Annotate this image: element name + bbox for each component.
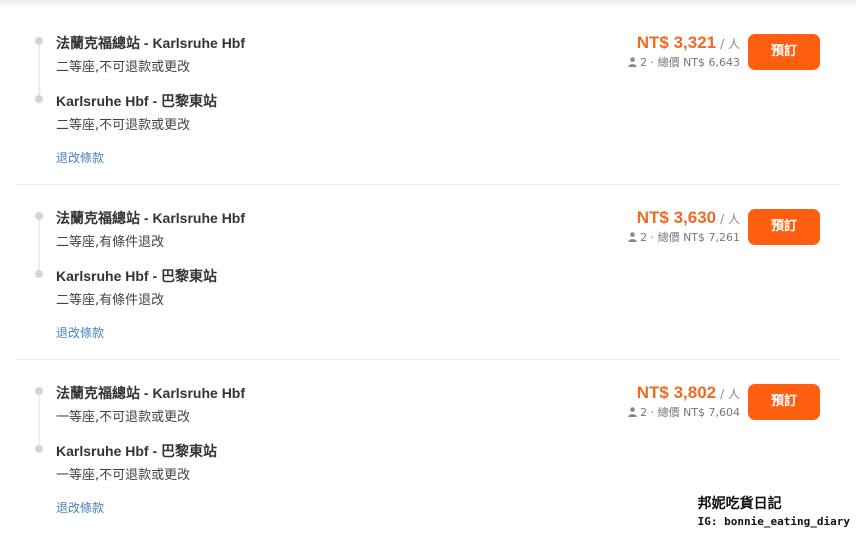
timeline-line xyxy=(38,41,40,99)
leg-1: 法蘭克福總站 - Karlsruhe Hbf 二等座,有條件退改 xyxy=(56,209,245,252)
journey-timeline xyxy=(34,212,44,278)
price-line: NT$ 3,630/ 人 xyxy=(628,207,740,229)
price-summary: NT$ 3,802/ 人 2 · 總價 NT$ 7,604 xyxy=(628,382,740,421)
leg-2: Karlsruhe Hbf - 巴黎東站 一等座,不可退款或更改 xyxy=(56,442,217,485)
book-button[interactable]: 預訂 xyxy=(748,384,820,420)
total-price: 2 · 總價 NT$ 7,261 xyxy=(640,231,740,244)
refund-policy-link[interactable]: 退改條款 xyxy=(56,324,104,341)
timeline-dot-transfer xyxy=(35,445,43,453)
leg-seat-class: 二等座,有條件退改 xyxy=(56,293,165,308)
offer-list: 法蘭克福總站 - Karlsruhe Hbf 二等座,不可退款或更改 Karls… xyxy=(16,10,840,535)
top-shadow xyxy=(0,0,856,8)
price-line: NT$ 3,802/ 人 xyxy=(628,382,740,404)
leg-route: Karlsruhe Hbf - 巴黎東站 xyxy=(56,268,218,284)
price-per-person: NT$ 3,630 xyxy=(636,208,717,227)
person-icon xyxy=(628,57,637,67)
leg-1: 法蘭克福總站 - Karlsruhe Hbf 二等座,不可退款或更改 xyxy=(56,34,245,77)
timeline-dot-start xyxy=(35,212,43,220)
leg-seat-class: 一等座,不可退款或更改 xyxy=(56,410,191,425)
leg-route: 法蘭克福總站 - Karlsruhe Hbf xyxy=(56,35,246,51)
book-button[interactable]: 預訂 xyxy=(748,34,820,70)
timeline-line xyxy=(38,391,40,449)
total-price-line: 2 · 總價 NT$ 6,643 xyxy=(628,55,740,71)
journey-timeline xyxy=(34,387,44,453)
watermark-title: 邦妮吃貨日記 xyxy=(697,496,782,512)
price-summary: NT$ 3,321/ 人 2 · 總價 NT$ 6,643 xyxy=(628,32,740,71)
per-person-label: / 人 xyxy=(720,37,740,51)
timeline-line xyxy=(38,216,40,274)
per-person-label: / 人 xyxy=(720,212,740,226)
price-per-person: NT$ 3,802 xyxy=(636,383,717,402)
journey-timeline xyxy=(34,37,44,103)
timeline-dot-transfer xyxy=(35,95,43,103)
offer-card: 法蘭克福總站 - Karlsruhe Hbf 二等座,不可退款或更改 Karls… xyxy=(16,10,840,185)
price-line: NT$ 3,321/ 人 xyxy=(628,32,740,54)
blog-watermark: 邦妮吃貨日記 IG: bonnie_eating_diary xyxy=(698,494,850,530)
total-price-line: 2 · 總價 NT$ 7,604 xyxy=(628,405,740,421)
price-summary: NT$ 3,630/ 人 2 · 總價 NT$ 7,261 xyxy=(628,207,740,246)
total-price: 2 · 總價 NT$ 6,643 xyxy=(640,56,740,69)
refund-policy-link[interactable]: 退改條款 xyxy=(56,149,104,166)
offer-card: 法蘭克福總站 - Karlsruhe Hbf 二等座,有條件退改 Karlsru… xyxy=(16,185,840,360)
timeline-dot-transfer xyxy=(35,270,43,278)
total-price: 2 · 總價 NT$ 7,604 xyxy=(640,406,740,419)
book-button[interactable]: 預訂 xyxy=(748,209,820,245)
leg-seat-class: 一等座,不可退款或更改 xyxy=(56,468,191,483)
leg-route: Karlsruhe Hbf - 巴黎東站 xyxy=(56,93,218,109)
person-icon xyxy=(628,407,637,417)
timeline-dot-start xyxy=(35,37,43,45)
leg-route: 法蘭克福總站 - Karlsruhe Hbf xyxy=(56,385,246,401)
total-price-line: 2 · 總價 NT$ 7,261 xyxy=(628,230,740,246)
leg-seat-class: 二等座,有條件退改 xyxy=(56,235,165,250)
leg-2: Karlsruhe Hbf - 巴黎東站 二等座,不可退款或更改 xyxy=(56,92,217,135)
refund-policy-link[interactable]: 退改條款 xyxy=(56,499,104,516)
leg-route: 法蘭克福總站 - Karlsruhe Hbf xyxy=(56,210,246,226)
leg-2: Karlsruhe Hbf - 巴黎東站 二等座,有條件退改 xyxy=(56,267,217,310)
per-person-label: / 人 xyxy=(720,387,740,401)
leg-seat-class: 二等座,不可退款或更改 xyxy=(56,60,191,75)
leg-1: 法蘭克福總站 - Karlsruhe Hbf 一等座,不可退款或更改 xyxy=(56,384,245,427)
watermark-instagram: IG: bonnie_eating_diary xyxy=(697,515,850,528)
leg-seat-class: 二等座,不可退款或更改 xyxy=(56,118,191,133)
person-icon xyxy=(628,232,637,242)
timeline-dot-start xyxy=(35,387,43,395)
price-per-person: NT$ 3,321 xyxy=(636,33,717,52)
leg-route: Karlsruhe Hbf - 巴黎東站 xyxy=(56,443,218,459)
